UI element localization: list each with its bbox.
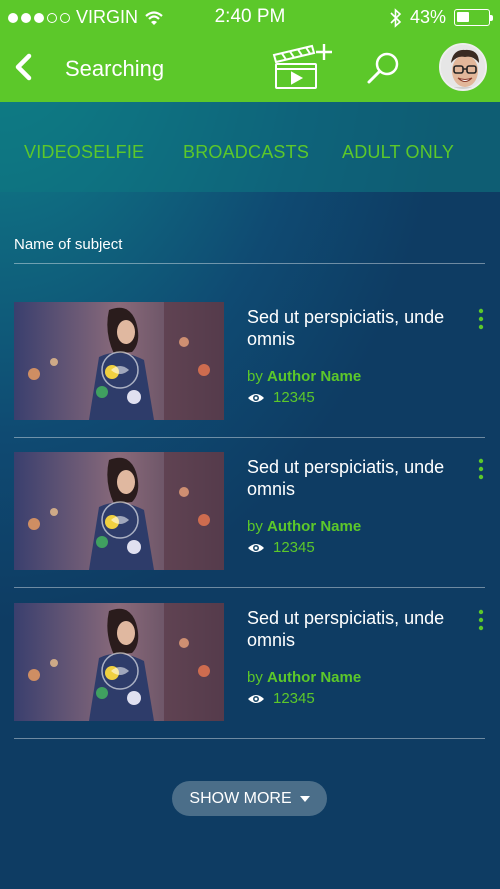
by-label: by	[247, 669, 263, 686]
app-header: Searching	[0, 34, 500, 102]
author-line: by Author Name	[247, 368, 361, 385]
divider	[14, 263, 485, 264]
more-options-icon[interactable]	[477, 308, 485, 330]
author-line: by Author Name	[247, 669, 361, 686]
avatar-face-icon	[441, 45, 485, 89]
author-name[interactable]: Author Name	[267, 518, 361, 535]
list-item[interactable]: Sed ut perspiciatis, unde omnis by Autho…	[14, 603, 485, 721]
eye-icon	[248, 543, 264, 552]
view-count-value: 12345	[273, 690, 315, 707]
eye-icon	[248, 694, 264, 703]
battery-icon	[454, 9, 493, 26]
video-thumbnail[interactable]	[14, 452, 224, 570]
divider	[14, 437, 485, 438]
bluetooth-icon	[390, 7, 402, 28]
chevron-left-icon[interactable]	[12, 52, 36, 82]
video-title[interactable]: Sed ut perspiciatis, unde omnis	[247, 456, 467, 500]
view-count: 12345	[247, 539, 315, 556]
tab-adult-only[interactable]: ADULT ONLY	[342, 142, 454, 163]
app-screen: VIRGIN 2:40 PM 43% Searching VIDEOSELFIE…	[0, 0, 500, 889]
show-more-button[interactable]: SHOW MORE	[172, 781, 327, 816]
list-item[interactable]: Sed ut perspiciatis, unde omnis by Autho…	[14, 302, 485, 420]
view-count-value: 12345	[273, 539, 315, 556]
video-thumbnail[interactable]	[14, 302, 224, 420]
author-name[interactable]: Author Name	[267, 669, 361, 686]
subject-label: Name of subject	[14, 236, 123, 253]
author-name[interactable]: Author Name	[267, 368, 361, 385]
divider	[14, 587, 485, 588]
by-label: by	[247, 368, 263, 385]
view-count-value: 12345	[273, 389, 315, 406]
status-bar: VIRGIN 2:40 PM 43%	[0, 0, 500, 34]
tab-broadcasts[interactable]: BROADCASTS	[183, 142, 309, 163]
eye-icon	[248, 393, 264, 402]
tab-videoselfie[interactable]: VIDEOSELFIE	[24, 142, 144, 163]
view-count: 12345	[247, 690, 315, 707]
battery-percent: 43%	[409, 7, 446, 27]
divider	[14, 738, 485, 739]
show-more-label: SHOW MORE	[189, 789, 292, 807]
list-item[interactable]: Sed ut perspiciatis, unde omnis by Autho…	[14, 452, 485, 570]
video-title[interactable]: Sed ut perspiciatis, unde omnis	[247, 607, 467, 651]
video-title[interactable]: Sed ut perspiciatis, unde omnis	[247, 306, 467, 350]
more-options-icon[interactable]	[477, 458, 485, 480]
battery-level	[457, 12, 469, 22]
page-title: Searching	[65, 56, 165, 81]
by-label: by	[247, 518, 263, 535]
search-icon[interactable]	[366, 50, 402, 86]
clapperboard-plus-icon[interactable]	[272, 42, 334, 90]
view-count: 12345	[247, 389, 315, 406]
user-avatar[interactable]	[439, 43, 487, 91]
video-thumbnail[interactable]	[14, 603, 224, 721]
caret-down-icon	[299, 795, 310, 802]
author-line: by Author Name	[247, 518, 361, 535]
more-options-icon[interactable]	[477, 609, 485, 631]
category-tabs: VIDEOSELFIE BROADCASTS ADULT ONLY	[0, 102, 500, 192]
status-right-group: 43%	[390, 7, 493, 28]
